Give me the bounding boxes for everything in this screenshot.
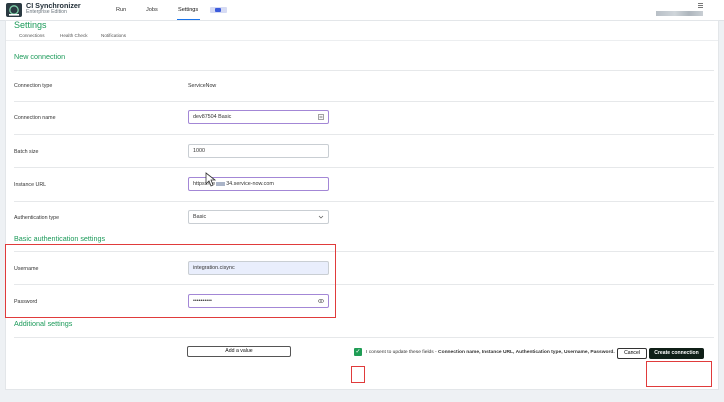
connection-name-input[interactable]: dev87504 Basic (188, 110, 329, 124)
connection-name-value: dev87504 Basic (193, 114, 232, 120)
consent-label: I consent to update these fields - (366, 350, 439, 355)
tab-notifications[interactable]: Notifications (101, 33, 126, 38)
batch-size-value: 1000 (193, 148, 205, 154)
auth-type-select[interactable]: Basic (188, 210, 329, 224)
url-redacted (216, 181, 226, 186)
username-label: Username (14, 266, 39, 272)
username-input[interactable]: integration.cisync (188, 261, 329, 275)
instance-url-suffix: 34.service-now.com (226, 181, 274, 187)
password-value: •••••••••• (193, 298, 212, 304)
consent-fields: Connection name, Instance URL, Authentic… (438, 350, 615, 355)
hamburger-menu-icon[interactable] (698, 3, 703, 8)
username-value: integration.cisync (193, 265, 235, 271)
add-value-button[interactable]: Add a value (187, 346, 291, 357)
nav-jobs[interactable]: Jobs (146, 7, 158, 13)
auth-type-label: Authentication type (14, 215, 60, 221)
password-label: Password (14, 299, 38, 305)
chevron-down-icon (318, 215, 324, 219)
divider (14, 134, 714, 135)
password-input[interactable]: •••••••••• (188, 294, 329, 308)
app-title: CI Synchronizer (26, 1, 81, 10)
page-title: Settings (14, 20, 47, 30)
user-info-redacted[interactable] (656, 11, 703, 16)
auth-type-value: Basic (193, 214, 207, 220)
tab-divider (6, 40, 718, 41)
divider (14, 337, 714, 338)
mouse-cursor-icon (205, 172, 217, 187)
divider (14, 70, 714, 71)
batch-size-input[interactable]: 1000 (188, 144, 329, 158)
brand: CI Synchronizer Enterprise Edition (26, 2, 81, 15)
consent-checkbox[interactable]: ✓ (354, 348, 362, 356)
top-bar: CI Synchronizer Enterprise Edition Run J… (0, 0, 724, 21)
settings-card: Settings Connections Health Check Notifi… (5, 20, 719, 390)
divider (14, 101, 714, 102)
additional-settings-heading: Additional settings (14, 319, 73, 328)
divider (14, 167, 714, 168)
connection-type-value: ServiceNow (188, 83, 217, 89)
view-toggle[interactable] (210, 7, 227, 13)
create-connection-button[interactable]: Create connection (649, 348, 704, 359)
connection-name-label: Connection name (14, 115, 56, 121)
new-connection-heading: New connection (14, 52, 66, 61)
app-edition: Enterprise Edition (26, 9, 67, 16)
connection-type-label: Connection type (14, 83, 53, 89)
eye-icon[interactable] (318, 298, 324, 304)
batch-size-label: Batch size (14, 149, 39, 155)
basic-auth-heading: Basic authentication settings (14, 234, 106, 243)
checkmark-icon: ✓ (355, 349, 361, 355)
tab-health-check[interactable]: Health Check (60, 33, 88, 38)
nav-settings[interactable]: Settings (178, 7, 198, 13)
divider (14, 201, 714, 202)
divider (14, 251, 714, 252)
divider (14, 284, 714, 285)
contact-card-icon[interactable] (318, 114, 324, 120)
cancel-button[interactable]: Cancel (617, 348, 647, 359)
consent-text: I consent to update these fields - Conne… (366, 350, 615, 355)
instance-url-label: Instance URL (14, 182, 47, 188)
nav-run[interactable]: Run (116, 7, 126, 13)
ci-synchronizer-logo-icon (6, 3, 22, 17)
toggle-knob (215, 8, 221, 12)
tab-connections[interactable]: Connections (19, 33, 45, 38)
